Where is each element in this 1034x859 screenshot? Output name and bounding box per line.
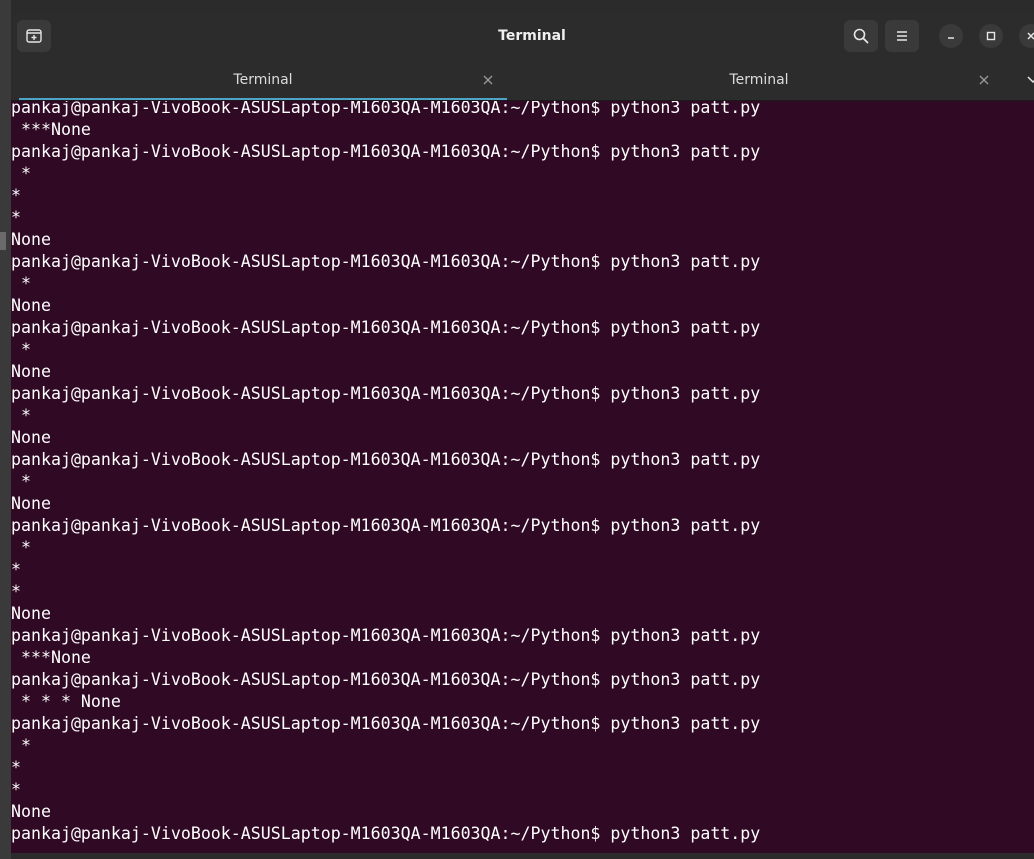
terminal-line: *: [11, 164, 31, 183]
terminal-line: pankaj@pankaj-VivoBook-ASUSLaptop-M1603Q…: [11, 450, 761, 469]
terminal-line: ***None: [11, 120, 91, 139]
terminal-line: pankaj@pankaj-VivoBook-ASUSLaptop-M1603Q…: [11, 142, 761, 161]
terminal-line: pankaj@pankaj-VivoBook-ASUSLaptop-M1603Q…: [11, 626, 761, 645]
terminal-line: *: [11, 208, 21, 227]
terminal-output[interactable]: pankaj@pankaj-VivoBook-ASUSLaptop-M1603Q…: [11, 101, 1034, 853]
terminal-line: pankaj@pankaj-VivoBook-ASUSLaptop-M1603Q…: [11, 252, 761, 271]
terminal-line: None: [11, 230, 51, 249]
tab-terminal-1[interactable]: Terminal: [19, 60, 507, 100]
chevron-down-icon[interactable]: [1026, 74, 1034, 86]
terminal-line: *: [11, 186, 21, 205]
maximize-button[interactable]: [979, 24, 1003, 48]
terminal-line: pankaj@pankaj-VivoBook-ASUSLaptop-M1603Q…: [11, 516, 761, 535]
window-title: Terminal: [498, 28, 566, 44]
tab-terminal-2[interactable]: Terminal: [515, 60, 1003, 100]
tab-label: Terminal: [233, 72, 293, 88]
terminal-line: pankaj@pankaj-VivoBook-ASUSLaptop-M1603Q…: [11, 670, 761, 689]
active-tab-indicator: [19, 98, 507, 100]
terminal-line: pankaj@pankaj-VivoBook-ASUSLaptop-M1603Q…: [11, 318, 761, 337]
terminal-line: *: [11, 758, 21, 777]
desktop-edge: [0, 0, 11, 859]
terminal-line: pankaj@pankaj-VivoBook-ASUSLaptop-M1603Q…: [11, 714, 761, 733]
terminal-line: * * * None: [11, 692, 121, 711]
terminal-line: *: [11, 340, 31, 359]
close-icon: [1027, 32, 1034, 40]
terminal-line: *: [11, 472, 31, 491]
search-button[interactable]: [844, 20, 878, 52]
terminal-line: pankaj@pankaj-VivoBook-ASUSLaptop-M1603Q…: [11, 824, 761, 843]
terminal-line: pankaj@pankaj-VivoBook-ASUSLaptop-M1603Q…: [11, 384, 761, 403]
search-icon: [853, 28, 869, 44]
terminal-line: *: [11, 582, 21, 601]
terminal-line: None: [11, 428, 51, 447]
terminal-line: ***None: [11, 648, 91, 667]
terminal-line: None: [11, 296, 51, 315]
terminal-line: *: [11, 274, 31, 293]
terminal-line: None: [11, 494, 51, 513]
title-bar[interactable]: Terminal: [11, 12, 1034, 61]
terminal-line: pankaj@pankaj-VivoBook-ASUSLaptop-M1603Q…: [11, 101, 761, 117]
maximize-icon: [986, 31, 996, 41]
terminal-line: None: [11, 362, 51, 381]
terminal-line: *: [11, 406, 31, 425]
close-icon[interactable]: [978, 74, 990, 86]
terminal-line: *: [11, 560, 21, 579]
menu-button[interactable]: [885, 20, 919, 52]
hamburger-menu-icon: [897, 31, 907, 41]
close-icon[interactable]: [482, 74, 494, 86]
terminal-line: None: [11, 604, 51, 623]
desktop-edge-marker: [0, 232, 6, 250]
tab-bar: Terminal Terminal: [11, 60, 1034, 101]
terminal-line: *: [11, 736, 31, 755]
terminal-line: *: [11, 538, 31, 557]
terminal-line: *: [11, 780, 21, 799]
minimize-button[interactable]: [939, 24, 963, 48]
tab-label: Terminal: [729, 72, 789, 88]
terminal-window: Terminal Terminal Terminal pankaj@pankaj…: [11, 12, 1034, 853]
minimize-icon: [948, 37, 954, 39]
terminal-line: None: [11, 802, 51, 821]
